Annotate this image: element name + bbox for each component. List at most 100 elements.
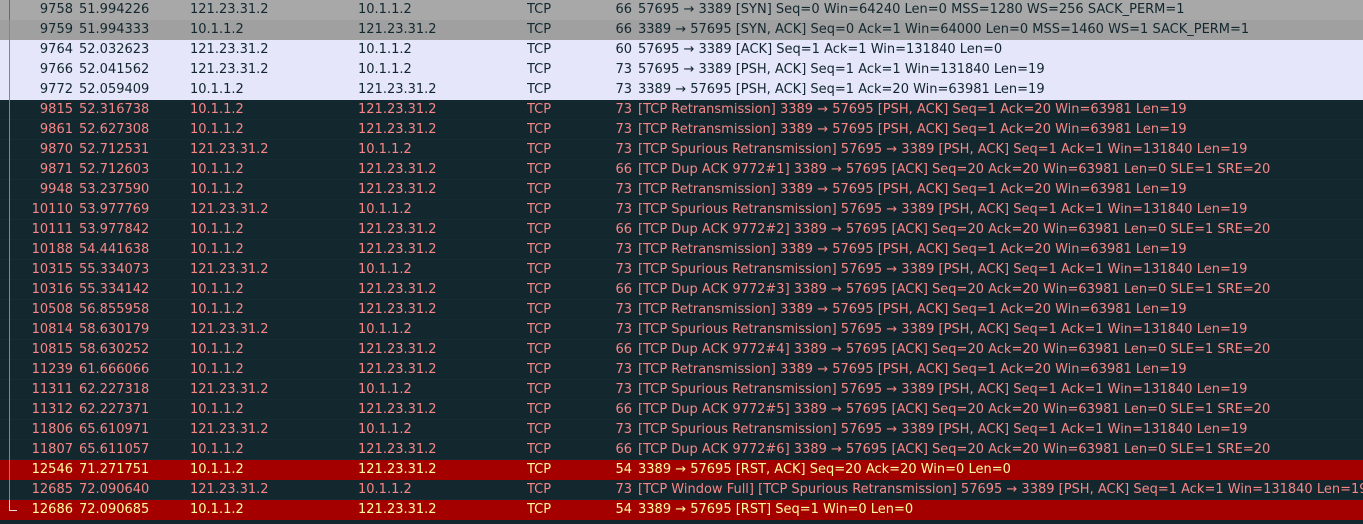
packet-row[interactable]: 11312 62.227371 10.1.1.2 121.23.31.2 TCP 66 [T… <box>0 400 1363 420</box>
packet-info: [TCP Retransmission] 3389 → 57695 [PSH, … <box>638 242 1187 257</box>
packet-time: 52.627308 <box>79 122 150 137</box>
packet-protocol: TCP <box>527 202 552 217</box>
packet-row[interactable]: 11239 61.666066 10.1.1.2 121.23.31.2 TCP 73 [T… <box>0 360 1363 380</box>
packet-row[interactable]: 9815 52.316738 10.1.1.2 121.23.31.2 TCP 73 [TC… <box>0 100 1363 120</box>
packet-length: 66 <box>615 22 632 37</box>
packet-info: [TCP Spurious Retransmission] 57695 → 33… <box>638 202 1248 217</box>
packet-destination: 121.23.31.2 <box>358 242 437 257</box>
packet-info: 57695 → 3389 [ACK] Seq=1 Ack=1 Win=13184… <box>638 42 1003 57</box>
packet-row[interactable]: 9759 51.994333 10.1.1.2 121.23.31.2 TCP 66 338… <box>0 20 1363 40</box>
packet-length: 73 <box>615 242 632 257</box>
packet-length: 73 <box>615 142 632 157</box>
packet-row[interactable]: 9861 52.627308 10.1.1.2 121.23.31.2 TCP 73 [TC… <box>0 120 1363 140</box>
packet-destination: 121.23.31.2 <box>358 82 437 97</box>
packet-destination: 121.23.31.2 <box>358 222 437 237</box>
conversation-end-marker <box>9 500 10 510</box>
packet-source: 10.1.1.2 <box>190 222 244 237</box>
packet-destination: 121.23.31.2 <box>358 402 437 417</box>
packet-protocol: TCP <box>527 42 552 57</box>
packet-row[interactable]: 9766 52.041562 121.23.31.2 10.1.1.2 TCP 73 576… <box>0 60 1363 80</box>
packet-row[interactable]: 11311 62.227318 121.23.31.2 10.1.1.2 TCP 73 [T… <box>0 380 1363 400</box>
packet-destination: 121.23.31.2 <box>358 302 437 317</box>
packet-time: 71.271751 <box>79 462 150 477</box>
packet-time: 62.227371 <box>79 402 150 417</box>
packet-time: 51.994333 <box>79 22 150 37</box>
packet-length: 73 <box>615 382 632 397</box>
packet-row[interactable]: 12686 72.090685 10.1.1.2 121.23.31.2 TCP 54 33… <box>0 500 1363 520</box>
packet-row[interactable]: 12546 71.271751 10.1.1.2 121.23.31.2 TCP 54 33… <box>0 460 1363 480</box>
packet-row[interactable]: 10316 55.334142 10.1.1.2 121.23.31.2 TCP 66 [T… <box>0 280 1363 300</box>
packet-destination: 121.23.31.2 <box>358 22 437 37</box>
packet-time: 52.712531 <box>79 142 150 157</box>
packet-source: 121.23.31.2 <box>190 62 269 77</box>
packet-row[interactable]: 12685 72.090640 121.23.31.2 10.1.1.2 TCP 73 [T… <box>0 480 1363 500</box>
packet-source: 10.1.1.2 <box>190 242 244 257</box>
packet-time: 52.712603 <box>79 162 150 177</box>
packet-row[interactable]: 9764 52.032623 121.23.31.2 10.1.1.2 TCP 60 576… <box>0 40 1363 60</box>
packet-info: [TCP Retransmission] 3389 → 57695 [PSH, … <box>638 182 1187 197</box>
packet-info: [TCP Dup ACK 9772#2] 3389 → 57695 [ACK] … <box>638 222 1271 237</box>
packet-row[interactable]: 10110 53.977769 121.23.31.2 10.1.1.2 TCP 73 [T… <box>0 200 1363 220</box>
packet-length: 54 <box>615 502 632 517</box>
packet-row[interactable]: 9758 51.994226 121.23.31.2 10.1.1.2 TCP 66 576… <box>0 0 1363 20</box>
packet-number: 10110 <box>31 202 73 217</box>
packet-protocol: TCP <box>527 262 552 277</box>
packet-row[interactable]: 9772 52.059409 10.1.1.2 121.23.31.2 TCP 73 338… <box>0 80 1363 100</box>
packet-protocol: TCP <box>527 142 552 157</box>
packet-row[interactable]: 10188 54.441638 10.1.1.2 121.23.31.2 TCP 73 [T… <box>0 240 1363 260</box>
packet-info: [TCP Dup ACK 9772#6] 3389 → 57695 [ACK] … <box>638 442 1271 457</box>
packet-info: [TCP Retransmission] 3389 → 57695 [PSH, … <box>638 302 1187 317</box>
packet-protocol: TCP <box>527 222 552 237</box>
packet-number: 10111 <box>31 222 73 237</box>
packet-destination: 10.1.1.2 <box>358 2 412 17</box>
packet-protocol: TCP <box>527 82 552 97</box>
packet-number: 11239 <box>31 362 73 377</box>
packet-info: [TCP Spurious Retransmission] 57695 → 33… <box>638 142 1248 157</box>
packet-row[interactable]: 11806 65.610971 121.23.31.2 10.1.1.2 TCP 73 [T… <box>0 420 1363 440</box>
packet-time: 72.090640 <box>79 482 150 497</box>
packet-source: 10.1.1.2 <box>190 182 244 197</box>
packet-protocol: TCP <box>527 182 552 197</box>
packet-destination: 10.1.1.2 <box>358 322 412 337</box>
packet-length: 73 <box>615 202 632 217</box>
conversation-line-top <box>9 0 10 20</box>
packet-protocol: TCP <box>527 502 552 517</box>
packet-protocol: TCP <box>527 302 552 317</box>
packet-row[interactable]: 9871 52.712603 10.1.1.2 121.23.31.2 TCP 66 [TC… <box>0 160 1363 180</box>
packet-time: 52.032623 <box>79 42 150 57</box>
packet-time: 65.611057 <box>79 442 150 457</box>
packet-source: 121.23.31.2 <box>190 482 269 497</box>
packet-time: 52.059409 <box>79 82 150 97</box>
packet-source: 121.23.31.2 <box>190 2 269 17</box>
packet-protocol: TCP <box>527 462 552 477</box>
packet-row[interactable]: 10508 56.855958 10.1.1.2 121.23.31.2 TCP 73 [T… <box>0 300 1363 320</box>
packet-number: 9861 <box>39 122 73 137</box>
packet-time: 56.855958 <box>79 302 150 317</box>
packet-row[interactable]: 10315 55.334073 121.23.31.2 10.1.1.2 TCP 73 [T… <box>0 260 1363 280</box>
packet-destination: 121.23.31.2 <box>358 362 437 377</box>
packet-destination: 121.23.31.2 <box>358 502 437 517</box>
packet-length: 66 <box>615 342 632 357</box>
packet-source: 121.23.31.2 <box>190 382 269 397</box>
packet-protocol: TCP <box>527 62 552 77</box>
packet-row[interactable]: 11807 65.611057 10.1.1.2 121.23.31.2 TCP 66 [T… <box>0 440 1363 460</box>
packet-number: 9764 <box>39 42 73 57</box>
packet-length: 73 <box>615 182 632 197</box>
packet-row[interactable]: 10814 58.630179 121.23.31.2 10.1.1.2 TCP 73 [T… <box>0 320 1363 340</box>
packet-time: 52.316738 <box>79 102 150 117</box>
packet-row[interactable]: 10111 53.977842 10.1.1.2 121.23.31.2 TCP 66 [T… <box>0 220 1363 240</box>
packet-source: 121.23.31.2 <box>190 202 269 217</box>
packet-destination: 121.23.31.2 <box>358 342 437 357</box>
packet-length: 66 <box>615 222 632 237</box>
packet-info: [TCP Spurious Retransmission] 57695 → 33… <box>638 422 1248 437</box>
packet-protocol: TCP <box>527 122 552 137</box>
packet-row[interactable]: 10815 58.630252 10.1.1.2 121.23.31.2 TCP 66 [T… <box>0 340 1363 360</box>
packet-source: 10.1.1.2 <box>190 342 244 357</box>
packet-number: 10188 <box>31 242 73 257</box>
packet-number: 9948 <box>39 182 73 197</box>
packet-row[interactable]: 9870 52.712531 121.23.31.2 10.1.1.2 TCP 73 [TC… <box>0 140 1363 160</box>
packet-row[interactable]: 9948 53.237590 10.1.1.2 121.23.31.2 TCP 73 [TC… <box>0 180 1363 200</box>
packet-number: 11312 <box>31 402 73 417</box>
packet-destination: 10.1.1.2 <box>358 422 412 437</box>
packet-source: 10.1.1.2 <box>190 282 244 297</box>
